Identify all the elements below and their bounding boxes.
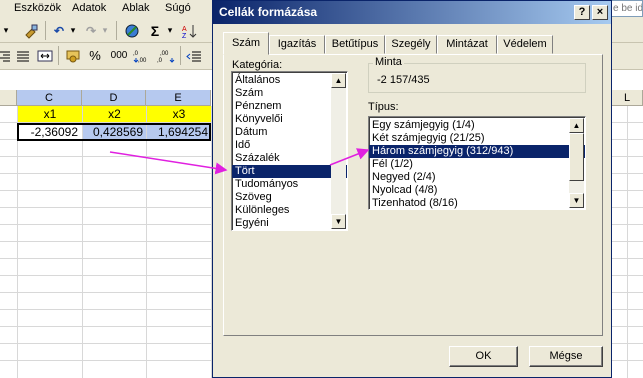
cell-e-header[interactable]: x3 (147, 106, 211, 122)
category-listbox[interactable]: Általános Szám Pénznem Könyvelői Dátum Idő Szá… (231, 71, 348, 231)
redo-icon[interactable]: ↷ (82, 21, 100, 40)
column-header-e[interactable]: E (146, 90, 211, 106)
category-scrollbar[interactable]: ▲ ▼ (331, 73, 346, 229)
percent-style-icon[interactable]: % (86, 46, 104, 65)
autosum-icon[interactable]: Σ (147, 21, 163, 40)
category-list-item[interactable]: Szám (232, 87, 347, 100)
column-header-l[interactable]: L (612, 90, 643, 106)
svg-text:,0: ,0 (157, 58, 163, 64)
menu-eszkozok[interactable]: Eszközök (14, 2, 61, 14)
type-listbox[interactable]: Egy számjegyig (1/4) Két számjegyig (21/2… (368, 116, 586, 210)
increase-decimal-icon[interactable]: ,0,00 (132, 46, 152, 65)
svg-text:,00: ,00 (160, 51, 169, 57)
help-question-input[interactable]: e be ide (610, 0, 643, 17)
cell-d-header[interactable]: x2 (83, 106, 146, 122)
type-scroll-down-icon[interactable]: ▼ (569, 193, 584, 208)
tab-szam[interactable]: Szám (223, 32, 269, 55)
undo-icon[interactable]: ↶ (50, 21, 68, 40)
thousands-separator-icon[interactable]: 000 (108, 46, 130, 65)
tab-szegely[interactable]: Szegély (385, 35, 437, 54)
category-list-item[interactable]: Tört (232, 165, 347, 178)
menu-ablak[interactable]: Ablak (122, 2, 150, 14)
type-list-item[interactable]: Két számjegyig (21/25) (369, 132, 585, 145)
ok-button[interactable]: OK (449, 346, 518, 367)
category-list-item[interactable]: Különleges (232, 204, 347, 217)
decrease-indent-icon[interactable] (184, 46, 204, 65)
format-painter-icon[interactable] (22, 21, 40, 40)
merge-center-icon[interactable] (36, 46, 54, 65)
type-list-item[interactable]: Tizenhatod (8/16) (369, 197, 585, 209)
svg-text:,0: ,0 (133, 51, 139, 57)
justify-icon[interactable] (14, 46, 32, 65)
help-button[interactable]: ? (574, 5, 590, 20)
type-scroll-thumb[interactable] (569, 133, 584, 181)
type-list-item[interactable]: Nyolcad (4/8) (369, 184, 585, 197)
format-cells-dialog: Cellák formázása ? × Szám Igazítás Betűt… (212, 0, 612, 378)
dialog-title: Cellák formázása (219, 5, 318, 19)
category-list-item[interactable]: Egyéni (232, 217, 347, 230)
category-list-item[interactable]: Könyvelői (232, 113, 347, 126)
svg-text:A: A (182, 26, 187, 33)
scroll-up-icon[interactable]: ▲ (331, 73, 346, 88)
sample-value: -2 157/435 (377, 74, 430, 86)
tab-betutipus[interactable]: Betűtípus (325, 35, 385, 54)
dialog-titlebar[interactable]: Cellák formázása ? × (213, 1, 611, 24)
column-header-d[interactable]: D (82, 90, 146, 106)
category-label: Kategória: (232, 59, 283, 71)
svg-text:,00: ,00 (138, 58, 147, 64)
redo-dropdown-icon[interactable]: ▾ (100, 21, 110, 40)
category-list-item[interactable]: Tudományos (232, 178, 347, 191)
category-list-item[interactable]: Szöveg (232, 191, 347, 204)
type-list-item[interactable]: Három számjegyig (312/943) (369, 145, 585, 158)
currency-style-icon[interactable] (64, 46, 82, 65)
selection-outline (17, 123, 211, 141)
type-scrollbar[interactable]: ▲ ▼ (569, 118, 584, 208)
align-right-icon[interactable] (0, 46, 12, 65)
tab-igazitas[interactable]: Igazítás (269, 35, 325, 54)
menu-adatok[interactable]: Adatok (72, 2, 106, 14)
undo-dropdown-icon[interactable]: ▾ (68, 21, 78, 40)
decrease-decimal-icon[interactable]: ,00,0 (156, 46, 176, 65)
tab-vedelem[interactable]: Védelem (497, 35, 553, 54)
category-list-item[interactable]: Százalék (232, 152, 347, 165)
column-header-c[interactable]: C (17, 90, 82, 106)
category-list-item[interactable]: Dátum (232, 126, 347, 139)
dropdown-arrow-icon[interactable]: ▾ (0, 21, 12, 40)
type-label: Típus: (368, 101, 399, 113)
category-list-item[interactable]: Pénznem (232, 100, 347, 113)
type-list-item[interactable]: Negyed (2/4) (369, 171, 585, 184)
svg-text:Z: Z (182, 33, 187, 39)
autosum-dropdown-icon[interactable]: ▾ (165, 21, 175, 40)
sample-label: Minta (373, 56, 404, 68)
cell-c-header[interactable]: x1 (18, 106, 82, 122)
type-scroll-up-icon[interactable]: ▲ (569, 118, 584, 133)
category-list-item[interactable]: Általános (232, 74, 347, 87)
scroll-down-icon[interactable]: ▼ (331, 214, 346, 229)
close-button[interactable]: × (592, 5, 608, 20)
hyperlink-icon[interactable] (122, 21, 142, 40)
cancel-button[interactable]: Mégse (529, 346, 603, 367)
type-list-item[interactable]: Egy számjegyig (1/4) (369, 119, 585, 132)
tab-mintazat[interactable]: Mintázat (437, 35, 497, 54)
category-list-item[interactable]: Idő (232, 139, 347, 152)
type-list-item[interactable]: Fél (1/2) (369, 158, 585, 171)
sort-ascending-icon[interactable]: AZ (180, 21, 198, 40)
menu-sugo[interactable]: Súgó (165, 2, 191, 14)
